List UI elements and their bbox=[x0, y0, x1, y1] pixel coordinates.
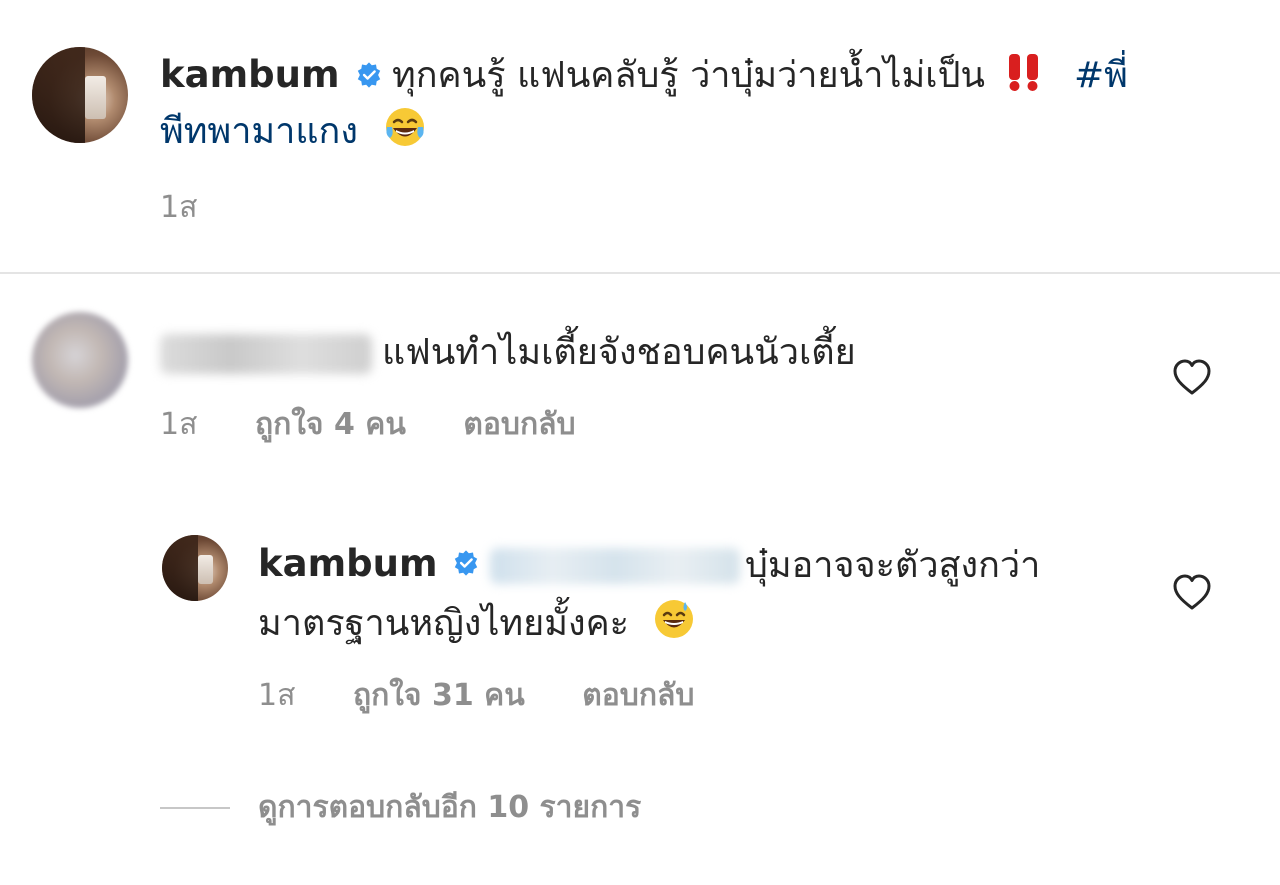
grinning-sweat-emoji-icon bbox=[655, 600, 694, 638]
post-caption-line1: ทุกคนรู้ แฟนคลับรู้ ว่าบุ๋มว่ายน้ำไม่เป็… bbox=[392, 48, 1128, 104]
reply-meta: 1ส ถูกใจ 31 คน ตอบกลับ bbox=[258, 676, 742, 716]
laughing-tears-emoji-icon bbox=[386, 108, 425, 146]
heart-icon[interactable] bbox=[1172, 358, 1212, 398]
reply-text-line1: บุ๋มอาจจะตัวสูงกว่า bbox=[745, 545, 1041, 586]
double-exclamation-icon bbox=[1008, 54, 1038, 91]
reply-timestamp: 1ส bbox=[258, 678, 296, 713]
comment-text: แฟนทำไมเตี้ยจังชอบคนนัวเตี้ย bbox=[382, 332, 856, 373]
post-author-avatar[interactable] bbox=[32, 47, 128, 143]
comment-thread: kambum ทุกคนรู้ แฟนคลับรู้ ว่าบุ๋มว่ายน้… bbox=[0, 0, 1280, 885]
comment-reply-button[interactable]: ตอบกลับ bbox=[463, 407, 575, 442]
view-more-label[interactable]: ดูการตอบกลับอีก 10 รายการ bbox=[258, 790, 641, 825]
comment-timestamp: 1ส bbox=[160, 407, 198, 442]
hashtag-link-cont[interactable]: พีทพามาแกง bbox=[160, 111, 358, 152]
post-caption-line2: พีทพามาแกง bbox=[160, 104, 427, 160]
verified-badge-icon bbox=[357, 62, 381, 88]
comment-likes[interactable]: ถูกใจ 4 คน bbox=[255, 407, 406, 442]
reply-author-username[interactable]: kambum bbox=[258, 542, 438, 586]
caption-text: ทุกคนรู้ แฟนคลับรู้ ว่าบุ๋มว่ายน้ำไม่เป็… bbox=[392, 55, 986, 96]
hashtag-link[interactable]: #พี่ bbox=[1074, 55, 1128, 96]
view-more-line bbox=[160, 807, 230, 809]
verified-badge-icon bbox=[454, 550, 478, 576]
divider bbox=[0, 272, 1280, 274]
reply-likes[interactable]: ถูกใจ 31 คน bbox=[353, 678, 525, 713]
post-timestamp: 1ส bbox=[160, 190, 198, 225]
reply-author-avatar[interactable] bbox=[162, 535, 228, 601]
commenter-username-blurred[interactable] bbox=[160, 334, 372, 374]
post-meta: 1ส bbox=[160, 188, 245, 228]
post-author-username[interactable]: kambum bbox=[160, 53, 340, 97]
view-more-replies-button[interactable]: ดูการตอบกลับอีก 10 รายการ bbox=[258, 788, 641, 828]
commenter-avatar[interactable] bbox=[32, 312, 128, 408]
comment-meta: 1ส ถูกใจ 4 คน ตอบกลับ bbox=[160, 405, 624, 445]
reply-text-cont: มาตรฐานหญิงไทยมั้งคะ bbox=[258, 603, 629, 644]
reply-text-line2: มาตรฐานหญิงไทยมั้งคะ bbox=[258, 596, 696, 652]
heart-icon[interactable] bbox=[1172, 573, 1212, 613]
reply-reply-button[interactable]: ตอบกลับ bbox=[582, 678, 694, 713]
mention-blurred[interactable] bbox=[490, 548, 740, 584]
